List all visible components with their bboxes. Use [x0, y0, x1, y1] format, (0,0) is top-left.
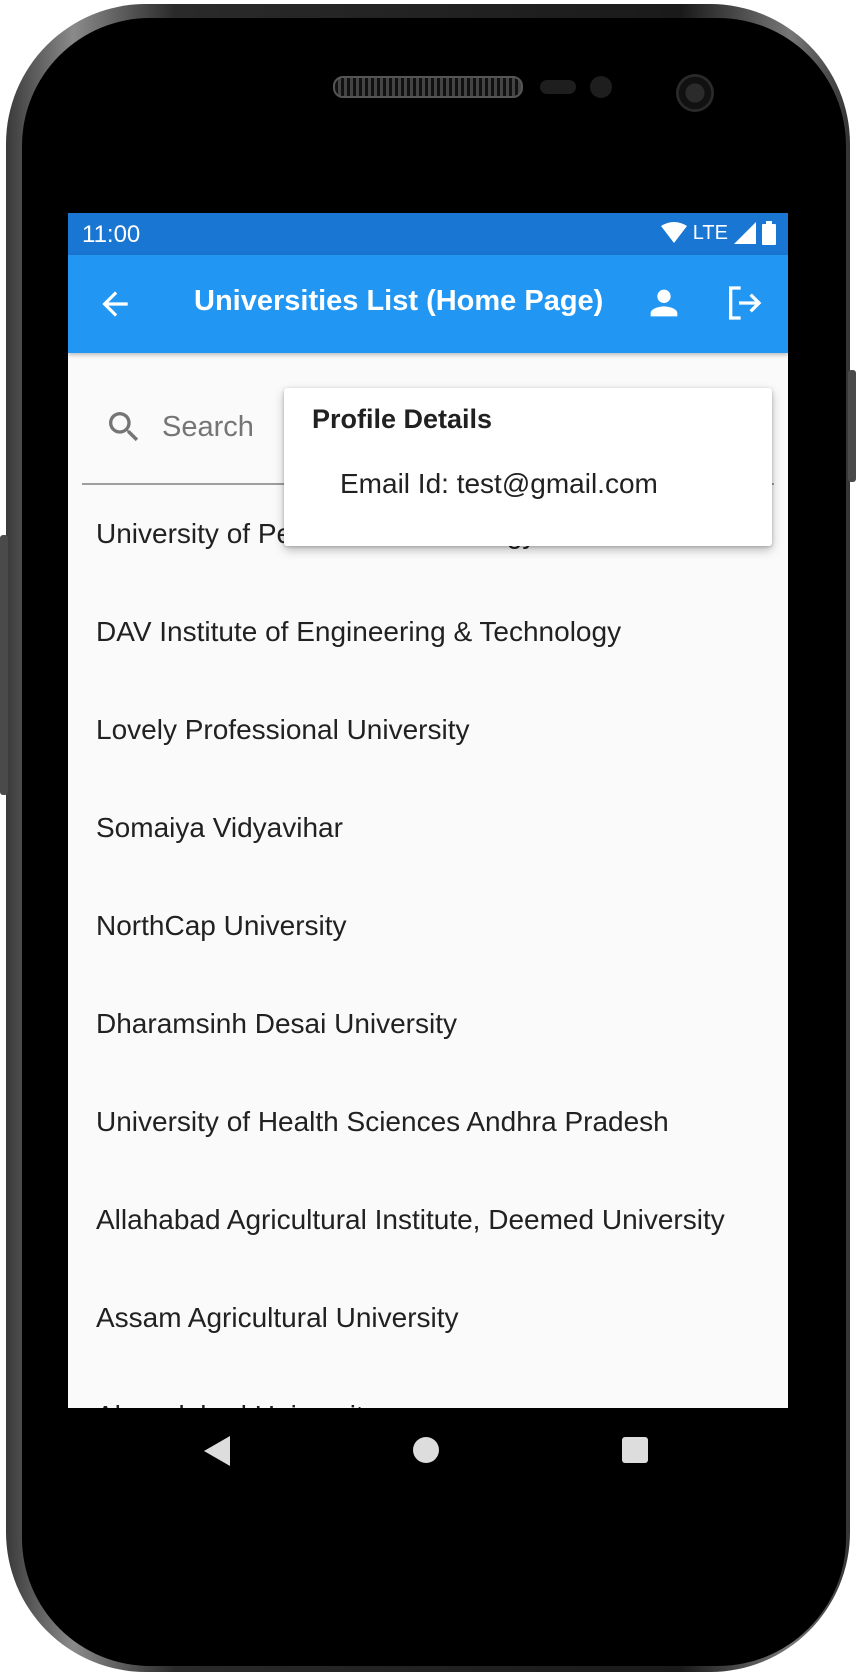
- list-item[interactable]: NorthCap University: [68, 877, 788, 975]
- proximity-sensor: [540, 80, 576, 94]
- nav-home-icon[interactable]: [413, 1437, 439, 1463]
- profile-email[interactable]: Email Id: test@gmail.com: [340, 468, 658, 500]
- arrow-back-icon: [102, 291, 128, 317]
- status-icons: LTE: [660, 221, 776, 245]
- logout-button[interactable]: [724, 283, 764, 323]
- nav-recents-icon[interactable]: [622, 1437, 648, 1463]
- list-item[interactable]: Allahabad Agricultural Institute, Deemed…: [68, 1171, 788, 1269]
- nav-back-icon[interactable]: [204, 1436, 230, 1466]
- signal-icon: [734, 222, 756, 244]
- list-item[interactable]: Dharamsinh Desai University: [68, 975, 788, 1073]
- list-item[interactable]: Assam Agricultural University: [68, 1269, 788, 1367]
- battery-icon: [762, 221, 776, 245]
- logout-icon: [729, 286, 762, 320]
- list-item[interactable]: Lovely Professional University: [68, 681, 788, 779]
- volume-button: [0, 535, 8, 795]
- app-screen: 11:00 LTE Universities List (Home Page): [68, 213, 788, 1493]
- profile-button[interactable]: [644, 283, 684, 323]
- person-icon: [650, 289, 678, 317]
- back-button[interactable]: [96, 285, 134, 323]
- profile-details-popup: Profile Details Email Id: test@gmail.com: [284, 388, 772, 546]
- popup-title: Profile Details: [312, 404, 493, 434]
- university-list: University of Petroleum and Energy Studi…: [68, 485, 788, 1465]
- search-icon: [109, 412, 139, 442]
- list-item[interactable]: DAV Institute of Engineering & Technolog…: [68, 583, 788, 681]
- list-item[interactable]: University of Health Sciences Andhra Pra…: [68, 1073, 788, 1171]
- power-button: [848, 370, 856, 482]
- light-sensor: [590, 76, 612, 98]
- status-bar: 11:00 LTE: [68, 213, 788, 255]
- wifi-icon: [660, 222, 687, 243]
- list-item[interactable]: Somaiya Vidyavihar: [68, 779, 788, 877]
- network-type: LTE: [692, 221, 728, 244]
- page-title: Universities List (Home Page): [194, 285, 604, 317]
- front-camera: [676, 74, 714, 112]
- earpiece-speaker: [333, 76, 523, 98]
- status-time: 11:00: [82, 221, 141, 248]
- system-nav-bar: [68, 1408, 788, 1493]
- app-bar: Universities List (Home Page): [68, 255, 788, 353]
